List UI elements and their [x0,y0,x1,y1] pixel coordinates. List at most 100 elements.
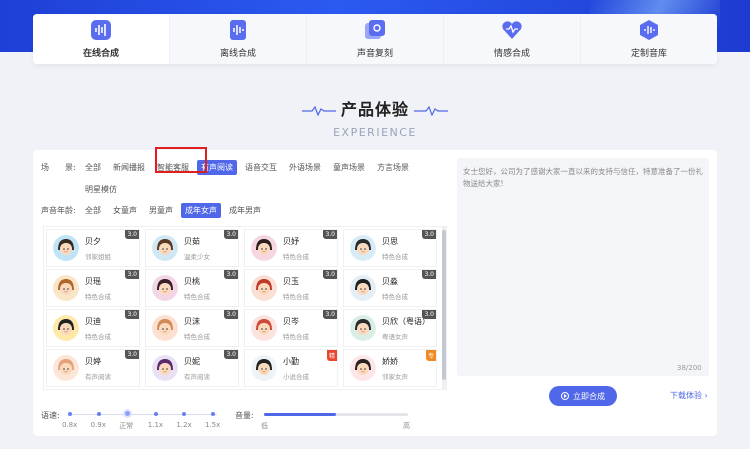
volume-slider-fill [264,413,336,416]
voice-name: 贝岑 [283,317,299,326]
version-badge: 3.0 [422,230,436,239]
version-badge: 3.0 [323,270,337,279]
version-badge: 3.0 [125,350,139,359]
voice-card[interactable]: 贝妤 特色合成 3.0 [244,229,338,267]
age-option[interactable]: 成年男声 [225,203,265,218]
voice-card[interactable]: 贝迪 特色合成 3.0 [46,309,140,347]
voice-tag: 特色合成 [283,253,309,261]
section-heading: 产品体验 EXPERIENCE [0,96,750,139]
scene-option[interactable]: 明星模仿 [81,182,121,197]
wave-right-icon [414,105,449,116]
synthesize-button[interactable]: 立即合成 [549,386,617,406]
voice-card[interactable]: 贝欣（粤语） 粤语女声 3.0 [343,309,437,347]
scene-filter-row2: 明星模仿 [81,182,125,197]
voice-grid-scrollbar[interactable] [442,226,446,390]
text-input[interactable]: 女士您好，公司为了感谢大家一直以来的支持与信任，特意准备了一份礼物送给大家! [457,158,709,376]
age-option[interactable]: 全部 [81,203,105,218]
version-badge: 3.0 [125,270,139,279]
voice-tag: 特色合成 [283,333,309,341]
tab-0[interactable]: 在线合成 [33,14,170,64]
speed-stop[interactable] [96,412,101,416]
speed-slider-track[interactable] [71,414,217,415]
voice-avatar-icon [53,355,79,381]
voice-name: 贝茹 [184,237,200,246]
scene-option[interactable]: 童声场景 [329,160,369,175]
voice-name: 贝瑶 [85,277,101,286]
scene-option[interactable]: 方言场景 [373,160,413,175]
voice-avatar-icon [53,275,79,301]
char-counter: 38/200 [677,364,702,372]
speed-stop[interactable] [182,412,187,416]
volume-high-label: 高 [403,422,410,430]
voice-name: 小勤 [283,357,299,366]
voice-clone-icon [364,19,386,41]
product-tabs: 在线合成 离线合成 声音复刻 情感合成 定制音库 [33,14,717,64]
wave-left-icon [301,105,336,116]
voice-card[interactable]: 贝沫 特色合成 3.0 [145,309,239,347]
download-link[interactable]: 下载体验 › [670,390,708,401]
speed-option-label[interactable]: 0.8x [62,421,77,429]
voice-card[interactable]: 贝夕邻家姐姐 3.0 [46,229,140,267]
voice-card[interactable]: 贝岑特色合成 3.0 [244,309,338,347]
age-option[interactable]: 男童声 [145,203,177,218]
chevron-right-icon: › [704,391,708,400]
voice-name: 贝淼 [382,277,398,286]
version-badge: 3.0 [323,310,337,319]
scrollbar-thumb[interactable] [442,230,446,380]
voice-card[interactable]: 贝茹 温柔少女 3.0 [145,229,239,267]
speed-stop[interactable] [68,412,72,416]
age-option[interactable]: 成年女声 [181,203,221,218]
speed-option-label[interactable]: 0.9x [91,421,106,429]
voice-card[interactable]: 贝淼特色合成 3.0 [343,269,437,307]
voice-avatar-icon [53,235,79,261]
voice-name: 贝玉 [283,277,299,286]
speed-stop[interactable] [123,409,133,418]
voice-card[interactable]: 贝思 特色合成 3.0 [343,229,437,267]
audio-file-icon [227,19,249,41]
voice-card[interactable]: 贝桃 特色合成 3.0 [145,269,239,307]
version-badge: 3.0 [125,230,139,239]
voice-card[interactable]: 贝瑶 特色合成 3.0 [46,269,140,307]
voice-card[interactable]: 贝婷 有声阅读 3.0 [46,349,140,387]
age-filter-label: 声音年龄: [41,206,76,215]
scene-option[interactable]: 语音交互 [241,160,281,175]
voice-name: 娇娇 [382,357,398,366]
speed-option-label[interactable]: 1.2x [176,421,191,429]
voice-name: 贝夕 [85,237,101,246]
scene-option[interactable]: 全部 [81,160,105,175]
tab-1[interactable]: 离线合成 [170,14,307,64]
speed-stop[interactable] [153,412,158,416]
selection-highlight-box [155,147,207,173]
version-badge: 3.0 [224,230,238,239]
speed-option-label[interactable]: 1.1x [148,421,163,429]
volume-low-label: 低 [261,422,268,430]
voice-card[interactable]: 贝玉 特色合成 3.0 [244,269,338,307]
tab-4[interactable]: 定制音库 [581,14,717,64]
experience-panel: 场 景: 全部 新闻播报 智能客服 有声阅读 语音交互 外语场景 童声场景 方言场景 明星模仿… [33,150,717,436]
version-badge: 3.0 [224,270,238,279]
speed-option-label[interactable]: 正常 [119,421,133,431]
speed-option-label[interactable]: 1.5x [205,421,220,429]
voice-avatar-icon [350,275,376,301]
voice-tag: 特色合成 [382,293,408,301]
age-option[interactable]: 女童声 [109,203,141,218]
tab-2[interactable]: 声音复刻 [307,14,444,64]
tab-label: 声音复刻 [356,49,393,59]
voice-tag: 邻家姐姐 [85,253,111,261]
version-badge: 3.0 [422,270,436,279]
speed-stop[interactable] [211,412,215,416]
scene-option[interactable]: 外语场景 [285,160,325,175]
section-subtitle: EXPERIENCE [333,126,417,139]
voice-tag: 特色合成 [184,293,210,301]
voice-name: 贝妤 [283,237,299,246]
voice-avatar-icon [152,355,178,381]
scene-option[interactable]: 新闻播报 [109,160,149,175]
version-badge: 3.0 [224,310,238,319]
voice-avatar-icon [152,235,178,261]
voice-card[interactable]: 娇娇 邻家女声 专 [343,349,437,387]
voice-card[interactable]: 小勤 小说合成 精 [244,349,338,387]
voice-tag: 邻家女声 [382,373,408,381]
volume-slider[interactable] [264,413,408,416]
tab-3[interactable]: 情感合成 [444,14,581,64]
voice-card[interactable]: 贝妮 有声阅读 3.0 [145,349,239,387]
